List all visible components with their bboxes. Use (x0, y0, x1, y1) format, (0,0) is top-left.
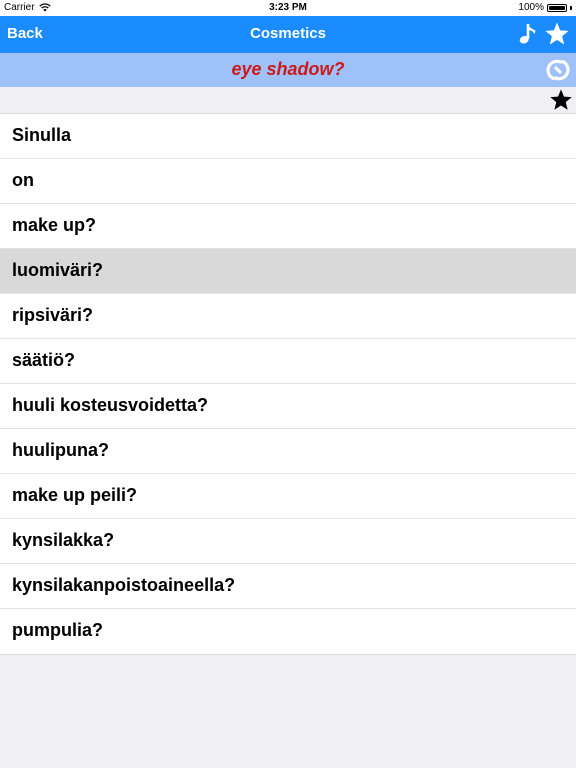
music-note-icon[interactable] (514, 21, 540, 47)
list-item[interactable]: pumpulia? (0, 609, 576, 654)
page-title: Cosmetics (250, 25, 326, 42)
phrase-bar: eye shadow? (0, 53, 576, 87)
list-item[interactable]: huulipuna? (0, 429, 576, 474)
star-icon[interactable] (544, 21, 570, 47)
list-item[interactable]: make up peili? (0, 474, 576, 519)
nav-actions (514, 21, 570, 47)
status-bar: Carrier 3:23 PM 100% (0, 0, 576, 16)
battery-level (549, 5, 565, 10)
list-item[interactable]: säätiö? (0, 339, 576, 384)
battery-icon (547, 3, 567, 12)
list-item[interactable]: kynsilakka? (0, 519, 576, 564)
list-item[interactable]: make up? (0, 204, 576, 249)
battery-group: 100% (518, 2, 572, 13)
list-item[interactable]: huuli kosteusvoidetta? (0, 384, 576, 429)
battery-percent: 100% (518, 2, 544, 13)
favorite-row (0, 87, 576, 114)
translated-phrase: eye shadow? (231, 59, 345, 79)
list-item[interactable]: ripsiväri? (0, 294, 576, 339)
battery-tip (570, 5, 572, 10)
refresh-icon[interactable] (545, 57, 571, 83)
list-item[interactable]: Sinulla (0, 114, 576, 159)
back-button[interactable]: Back (7, 25, 43, 42)
navigation-bar: Back Cosmetics (0, 16, 576, 53)
clock: 3:23 PM (269, 2, 307, 13)
phrase-list: Sinulla on make up? luomiväri? ripsiväri? sää… (0, 114, 576, 655)
list-item[interactable]: luomiväri? (0, 249, 576, 294)
star-icon[interactable] (549, 88, 573, 112)
list-item[interactable]: kynsilakanpoistoaineella? (0, 564, 576, 609)
list-item[interactable]: on (0, 159, 576, 204)
